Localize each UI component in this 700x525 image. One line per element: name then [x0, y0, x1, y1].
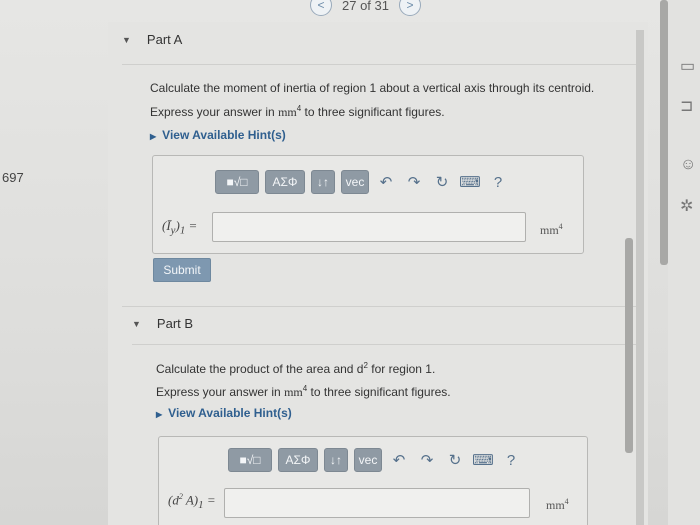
part-b-question: Calculate the product of the area and d2…	[156, 361, 436, 376]
pager: < 27 of 31 >	[310, 0, 421, 16]
arrows-button[interactable]: ↓↑	[311, 170, 335, 194]
arrows-button[interactable]: ↓↑	[324, 448, 348, 472]
vec-button[interactable]: vec	[354, 448, 382, 472]
reset-icon[interactable]: ↻	[444, 449, 466, 471]
part-b-hint-link[interactable]: ▶ View Available Hint(s)	[156, 406, 292, 420]
part-a-header[interactable]: ▼ Part A	[122, 32, 182, 47]
part-b-header[interactable]: ▼ Part B	[132, 316, 193, 331]
redo-icon[interactable]: ↷	[403, 171, 425, 193]
bookmark-icon[interactable]: ⊐	[680, 96, 693, 116]
inner-scrollbar[interactable]	[636, 30, 644, 525]
expand-triangle-icon: ▶	[156, 410, 163, 419]
right-rail	[668, 0, 700, 525]
expand-triangle-icon: ▶	[150, 132, 157, 141]
divider	[122, 306, 642, 307]
keyboard-icon[interactable]: ⌨	[459, 171, 481, 193]
part-a-instruction: Express your answer in mm4 to three sign…	[150, 104, 445, 119]
greek-button[interactable]: ΑΣΦ	[278, 448, 318, 472]
part-a-title: Part A	[146, 32, 183, 47]
divider	[122, 64, 642, 65]
prev-button[interactable]: <	[310, 0, 332, 16]
part-a-answer-input[interactable]	[212, 212, 526, 242]
inner-scrollbar-thumb[interactable]	[625, 238, 633, 453]
part-b-unit: mm4	[546, 497, 569, 512]
part-a-toolbar: ■√□ ΑΣΦ ↓↑ vec ↶ ↷ ↻ ⌨ ?	[215, 170, 509, 194]
divider	[132, 344, 638, 345]
collapse-triangle-icon: ▼	[132, 318, 141, 329]
part-a-unit: mm4	[540, 222, 563, 237]
side-number: 697	[2, 170, 24, 185]
vec-button[interactable]: vec	[341, 170, 369, 194]
part-a-hint-link[interactable]: ▶ View Available Hint(s)	[150, 128, 286, 142]
templates-button[interactable]: ■√□	[228, 448, 272, 472]
greek-button[interactable]: ΑΣΦ	[265, 170, 305, 194]
templates-button[interactable]: ■√□	[215, 170, 259, 194]
page-scrollbar-thumb[interactable]	[660, 0, 668, 265]
part-b-title: Part B	[156, 316, 194, 331]
pager-text: 27 of 31	[342, 0, 389, 13]
part-b-toolbar: ■√□ ΑΣΦ ↓↑ vec ↶ ↷ ↻ ⌨ ?	[228, 448, 522, 472]
page-icon[interactable]: ▭	[680, 56, 695, 76]
keyboard-icon[interactable]: ⌨	[472, 449, 494, 471]
people-icon[interactable]: ☺	[680, 156, 696, 174]
undo-icon[interactable]: ↶	[375, 171, 397, 193]
part-a-label: (Īy)1 =	[162, 218, 198, 237]
part-b-instruction: Express your answer in mm4 to three sign…	[156, 384, 451, 399]
part-b-label: (d2 A)1 =	[168, 492, 216, 511]
help-icon[interactable]: ?	[500, 449, 522, 471]
collapse-triangle-icon: ▼	[122, 34, 131, 45]
part-b-answer-input[interactable]	[224, 488, 530, 518]
submit-button[interactable]: Submit	[153, 258, 211, 282]
help-icon[interactable]: ?	[487, 171, 509, 193]
redo-icon[interactable]: ↷	[416, 449, 438, 471]
next-button[interactable]: >	[399, 0, 421, 16]
undo-icon[interactable]: ↶	[388, 449, 410, 471]
reset-icon[interactable]: ↻	[431, 171, 453, 193]
part-a-question: Calculate the moment of inertia of regio…	[150, 81, 595, 95]
settings-icon[interactable]: ✲	[680, 196, 693, 216]
